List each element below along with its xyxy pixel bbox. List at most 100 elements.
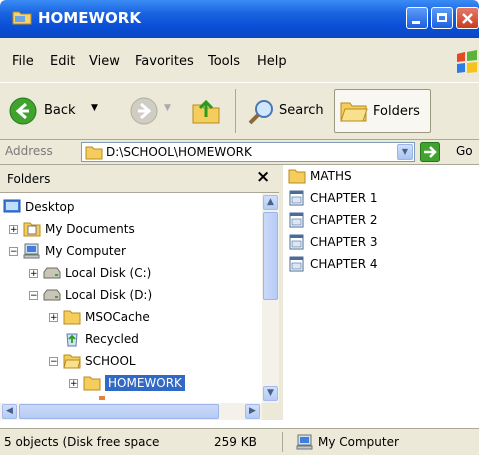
menu-bar: File Edit View Favorites Tools Help: [0, 38, 479, 82]
tree-item-my-computer[interactable]: − My Computer: [9, 241, 126, 261]
file-name: CHAPTER 4: [310, 257, 378, 271]
address-label: Address: [5, 144, 53, 158]
maximize-button[interactable]: [431, 7, 453, 29]
address-input[interactable]: D:\SCHOOL\HOMEWORK ▼: [81, 142, 415, 162]
folder-icon: [63, 310, 81, 325]
close-button[interactable]: [456, 7, 479, 29]
file-item-maths[interactable]: MATHS: [288, 166, 352, 186]
file-name: CHAPTER 1: [310, 191, 378, 205]
tree-item-my-documents[interactable]: + My Documents: [9, 219, 135, 239]
document-icon: [289, 234, 304, 250]
address-dropdown-button[interactable]: ▼: [397, 144, 413, 160]
close-pane-button[interactable]: ×: [256, 167, 270, 187]
expand-toggle[interactable]: +: [69, 378, 78, 388]
forward-button[interactable]: ▼: [124, 91, 184, 131]
folder-icon: [85, 146, 103, 160]
scroll-thumb[interactable]: [263, 212, 278, 300]
minimize-button[interactable]: [406, 7, 428, 29]
back-dropdown-arrow[interactable]: ▼: [91, 103, 98, 113]
address-bar: Address D:\SCHOOL\HOMEWORK ▼ Go: [0, 140, 479, 165]
folders-label: Folders: [373, 104, 420, 119]
expand-toggle[interactable]: −: [49, 356, 58, 366]
tree-item-desktop[interactable]: Desktop: [3, 197, 75, 217]
file-item-chapter-4[interactable]: CHAPTER 4: [288, 254, 378, 274]
up-folder-icon[interactable]: [190, 95, 222, 127]
forward-dropdown-arrow[interactable]: ▼: [164, 103, 171, 113]
folder-open-icon: [63, 354, 81, 369]
tree-item-local-disk-c[interactable]: + Local Disk (C:): [29, 263, 151, 283]
expand-toggle[interactable]: −: [9, 246, 18, 256]
tree-item-local-disk-d[interactable]: − Local Disk (D:): [29, 285, 152, 305]
menu-view[interactable]: View: [89, 54, 120, 69]
partial-tree-item: [99, 396, 105, 400]
go-label: Go: [456, 144, 473, 158]
my-computer-icon: [296, 434, 313, 450]
document-icon: [289, 256, 304, 272]
tree-item-label: Local Disk (C:): [65, 266, 152, 280]
scroll-corner: [262, 403, 279, 420]
back-label: Back: [44, 103, 76, 118]
tree-item-label: My Computer: [45, 244, 126, 258]
tree-item-label: SCHOOL: [85, 354, 136, 368]
scroll-left-button[interactable]: ◀: [2, 404, 17, 419]
scroll-up-button[interactable]: ▲: [263, 195, 278, 210]
status-objects: 5 objects (Disk free space: [4, 435, 160, 449]
menu-tools[interactable]: Tools: [208, 54, 240, 69]
file-item-chapter-3[interactable]: CHAPTER 3: [288, 232, 378, 252]
folders-button[interactable]: Folders: [334, 89, 431, 133]
toolbar: Back ▼ ▼ Search Folders: [0, 82, 479, 140]
folders-pane-title: Folders: [7, 172, 51, 186]
menu-favorites[interactable]: Favorites: [135, 54, 194, 69]
document-icon: [289, 190, 304, 206]
recycle-bin-icon: [66, 333, 78, 347]
file-name: MATHS: [310, 169, 352, 183]
tree-item-homework[interactable]: + HOMEWORK: [69, 373, 185, 393]
tree-item-label-selected: HOMEWORK: [105, 375, 185, 391]
tree-vertical-scrollbar[interactable]: ▲ ▼: [262, 193, 279, 403]
expand-toggle[interactable]: +: [9, 224, 18, 234]
menu-edit[interactable]: Edit: [50, 54, 75, 69]
folder-icon: [83, 376, 101, 391]
tree-horizontal-scrollbar[interactable]: ◀ ▶: [0, 403, 262, 420]
tree-item-label: Local Disk (D:): [65, 288, 153, 302]
status-location: My Computer: [318, 435, 399, 449]
window-title: HOMEWORK: [38, 9, 141, 27]
file-item-chapter-1[interactable]: CHAPTER 1: [288, 188, 378, 208]
title-bar[interactable]: HOMEWORK: [0, 0, 479, 38]
document-icon: [289, 212, 304, 228]
folder-tree[interactable]: Desktop + My Documents − My Computer + L…: [0, 193, 262, 403]
tree-item-msocache[interactable]: + MSOCache: [49, 307, 150, 327]
forward-arrow-icon: [130, 97, 158, 125]
tree-item-school[interactable]: − SCHOOL: [49, 351, 136, 371]
expand-toggle[interactable]: +: [29, 268, 38, 278]
search-label: Search: [279, 103, 324, 118]
desktop-icon: [3, 199, 21, 213]
folders-pane-header: Folders ×: [0, 165, 279, 193]
go-button[interactable]: Go: [420, 141, 476, 163]
expand-toggle[interactable]: +: [49, 312, 58, 322]
status-bar: 5 objects (Disk free space 259 KB My Com…: [0, 428, 479, 455]
tree-item-recycled[interactable]: Recycled: [63, 329, 139, 349]
file-item-chapter-2[interactable]: CHAPTER 2: [288, 210, 378, 230]
go-arrow-icon: [420, 142, 440, 162]
tree-item-label: MSOCache: [85, 310, 150, 324]
tree-item-label: My Documents: [45, 222, 135, 236]
back-button[interactable]: Back ▼: [5, 91, 117, 131]
back-arrow-icon: [9, 97, 37, 125]
folders-icon: [340, 102, 368, 122]
scroll-thumb[interactable]: [19, 404, 219, 419]
drive-icon: [43, 289, 61, 301]
file-name: CHAPTER 2: [310, 213, 378, 227]
status-separator: [282, 432, 283, 452]
file-list[interactable]: MATHS CHAPTER 1 CHAPTER 2 CHAPTER 3 CHAP…: [283, 165, 479, 420]
scroll-right-button[interactable]: ▶: [245, 404, 260, 419]
scroll-down-button[interactable]: ▼: [263, 386, 278, 401]
folder-icon: [288, 169, 306, 184]
status-free-space: 259 KB: [214, 435, 257, 449]
search-button[interactable]: Search: [243, 91, 327, 131]
menu-file[interactable]: File: [12, 54, 34, 69]
tree-item-label: Desktop: [25, 200, 75, 214]
expand-toggle[interactable]: −: [29, 290, 38, 300]
menu-help[interactable]: Help: [257, 54, 287, 69]
toolbar-separator: [235, 89, 236, 133]
